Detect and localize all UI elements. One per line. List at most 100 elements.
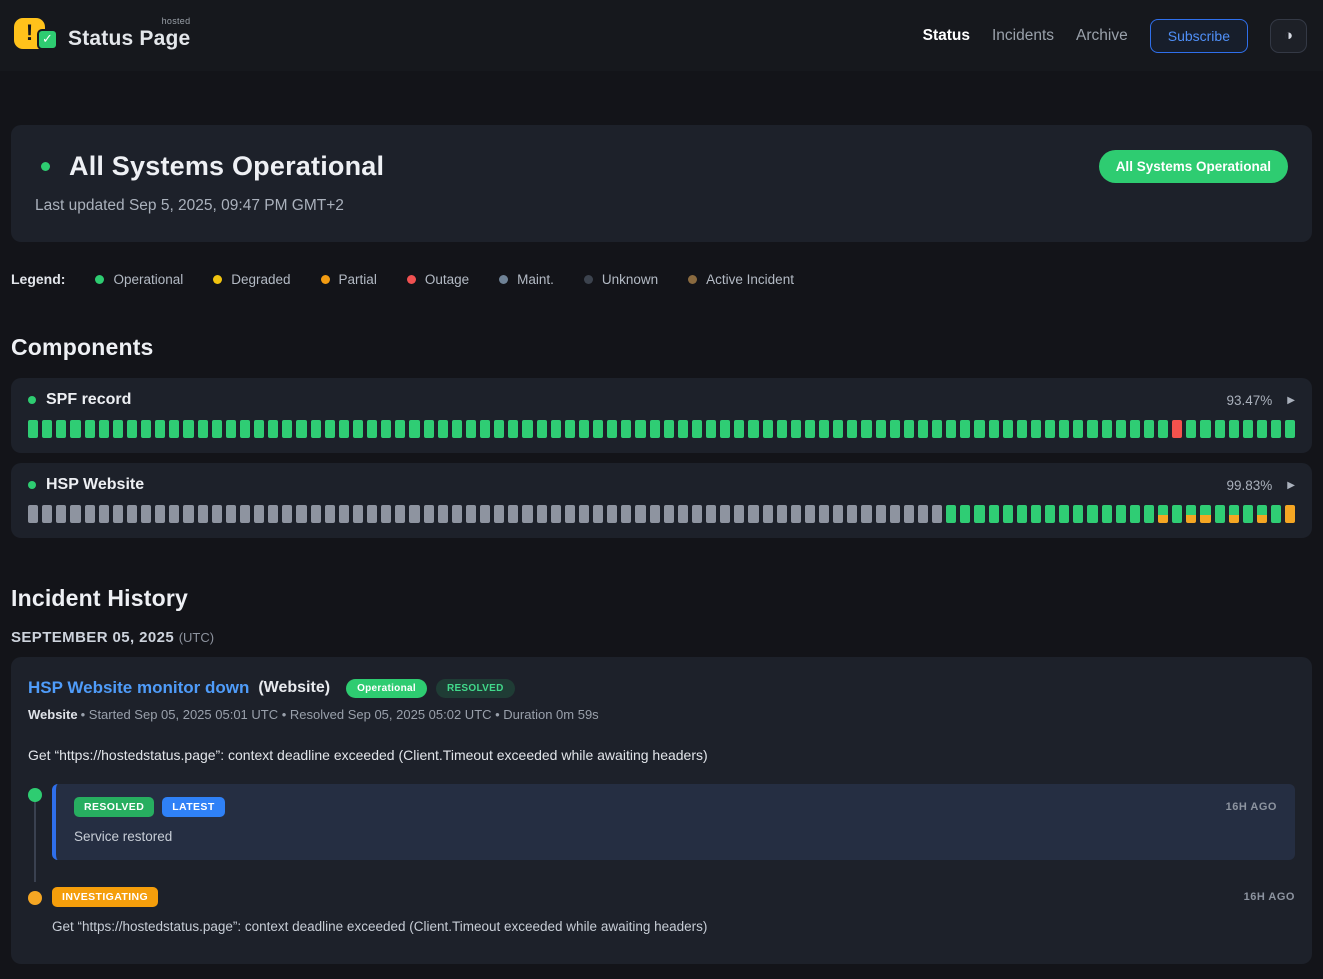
uptime-bar — [28, 505, 38, 523]
uptime-bar — [409, 505, 419, 523]
uptime-bar — [748, 505, 758, 523]
uptime-bar — [42, 420, 52, 438]
expand-chevron-icon[interactable]: ▶ — [1287, 395, 1295, 406]
legend-label: Operational — [113, 272, 183, 287]
uptime-bar — [692, 505, 702, 523]
uptime-bar — [706, 420, 716, 438]
uptime-bar — [692, 420, 702, 438]
incident-date-heading: SEPTEMBER 05, 2025 (UTC) — [11, 629, 1312, 646]
uptime-bar — [1186, 420, 1196, 438]
latest-update-card: RESOLVED LATEST 16H AGO Service restored — [52, 784, 1295, 860]
uptime-bar — [296, 505, 306, 523]
uptime-bar — [56, 420, 66, 438]
uptime-bar — [960, 420, 970, 438]
uptime-bar — [508, 420, 518, 438]
legend-label: Active Incident — [706, 272, 794, 287]
uptime-bar — [99, 505, 109, 523]
legend-item: Outage — [407, 272, 469, 287]
uptime-bar — [169, 505, 179, 523]
uptime-bar — [664, 505, 674, 523]
component-status-pill: Operational — [346, 679, 427, 698]
uptime-bar — [311, 505, 321, 523]
expand-chevron-icon[interactable]: ▶ — [1287, 480, 1295, 491]
uptime-bars — [28, 505, 1295, 523]
uptime-bar — [791, 505, 801, 523]
incident-title-link[interactable]: HSP Website monitor down — [28, 678, 249, 698]
subscribe-button[interactable]: Subscribe — [1150, 19, 1248, 53]
uptime-bar — [678, 420, 688, 438]
uptime-bar — [579, 505, 589, 523]
nav-link-archive[interactable]: Archive — [1076, 27, 1128, 45]
uptime-bar — [1087, 420, 1097, 438]
legend-label: Degraded — [231, 272, 290, 287]
uptime-bar — [1059, 420, 1069, 438]
uptime-bar — [212, 505, 222, 523]
nav-right: Status Incidents Archive Subscribe ◑ — [923, 19, 1307, 53]
legend-item: Degraded — [213, 272, 290, 287]
uptime-bar — [551, 420, 561, 438]
uptime-bars — [28, 420, 1295, 438]
incident-timeline: RESOLVED LATEST 16H AGO Service restored… — [28, 784, 1295, 934]
uptime-bar — [494, 420, 504, 438]
uptime-bar — [1285, 505, 1295, 523]
uptime-bar — [395, 420, 405, 438]
uptime-bar — [1045, 420, 1055, 438]
uptime-bar — [565, 505, 575, 523]
uptime-bar — [1073, 505, 1083, 523]
uptime-bar — [607, 505, 617, 523]
uptime-bar — [1102, 505, 1112, 523]
nav-link-status[interactable]: Status — [923, 27, 970, 45]
uptime-bar — [748, 420, 758, 438]
uptime-bar — [890, 505, 900, 523]
uptime-bar — [1045, 505, 1055, 523]
uptime-bar — [480, 505, 490, 523]
uptime-bar — [296, 420, 306, 438]
uptime-bar — [99, 420, 109, 438]
status-page-logo-icon: ! ✓ — [12, 14, 58, 58]
uptime-bar — [282, 420, 292, 438]
uptime-bar — [621, 505, 631, 523]
uptime-bar — [1130, 420, 1140, 438]
uptime-bar — [1186, 505, 1196, 523]
uptime-bar — [1102, 420, 1112, 438]
nav-links: Status Incidents Archive — [923, 27, 1128, 45]
uptime-bar — [56, 505, 66, 523]
uptime-bar — [664, 420, 674, 438]
investigating-badge: INVESTIGATING — [52, 887, 158, 907]
legend-status-dot — [213, 275, 222, 284]
uptime-bar — [1229, 420, 1239, 438]
theme-toggle-button[interactable]: ◑ — [1270, 19, 1307, 53]
uptime-bar — [353, 505, 363, 523]
nav-link-incidents[interactable]: Incidents — [992, 27, 1054, 45]
incident-meta-text: • Started Sep 05, 2025 05:01 UTC • Resol… — [81, 707, 599, 722]
incident-source: Website — [28, 707, 78, 722]
uptime-bar — [28, 420, 38, 438]
uptime-bar — [1215, 420, 1225, 438]
incident-update: INVESTIGATING 16H AGO Get “https://hoste… — [28, 887, 1295, 934]
overall-status-card: All Systems Operational All Systems Oper… — [11, 125, 1312, 242]
update-text: Service restored — [74, 829, 1277, 844]
main-content: All Systems Operational All Systems Oper… — [0, 125, 1323, 978]
uptime-bar — [861, 420, 871, 438]
uptime-bar — [819, 505, 829, 523]
uptime-bar — [565, 420, 575, 438]
uptime-bar — [833, 420, 843, 438]
uptime-bar — [226, 420, 236, 438]
brand[interactable]: ! ✓ hosted Status Page — [12, 14, 190, 58]
uptime-bar — [1059, 505, 1069, 523]
uptime-bar — [876, 505, 886, 523]
uptime-bar — [452, 505, 462, 523]
overall-status-dot — [41, 162, 50, 171]
uptime-bar — [918, 420, 928, 438]
uptime-bar — [974, 420, 984, 438]
uptime-bar — [777, 420, 787, 438]
uptime-bar — [367, 505, 377, 523]
uptime-bar — [1144, 505, 1154, 523]
uptime-bar — [1243, 420, 1253, 438]
uptime-bar — [847, 420, 857, 438]
uptime-bar — [805, 420, 815, 438]
uptime-bar — [819, 420, 829, 438]
uptime-bar — [734, 420, 744, 438]
uptime-bar — [763, 420, 773, 438]
uptime-bar — [254, 505, 264, 523]
